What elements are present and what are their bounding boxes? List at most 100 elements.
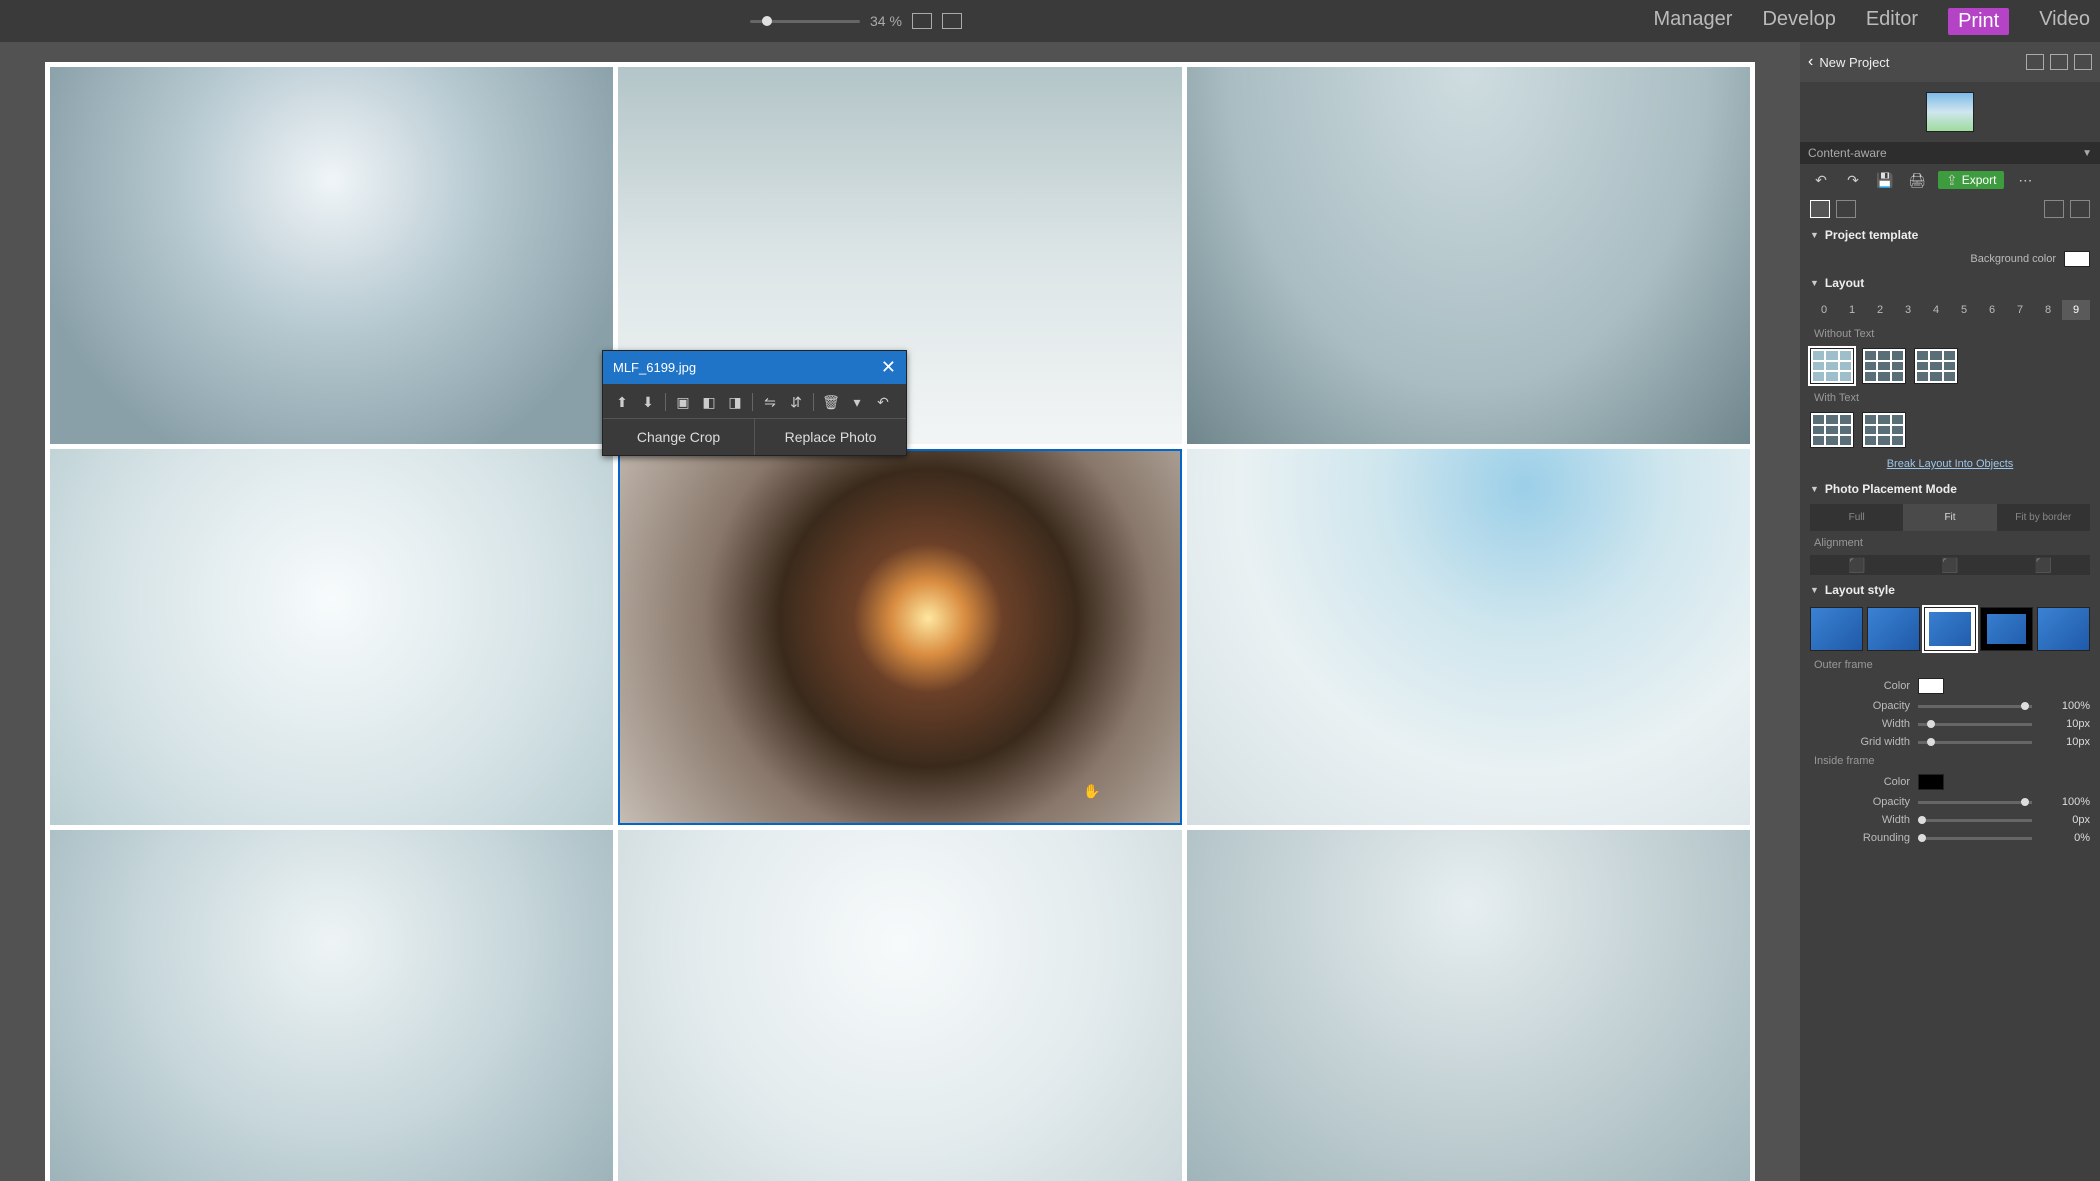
outer-width-value: 10px <box>2040 718 2090 730</box>
photo-cell[interactable] <box>1187 830 1750 1181</box>
outer-width-slider[interactable] <box>1918 723 2032 726</box>
placement-fit-border[interactable]: Fit by border <box>1997 504 2090 531</box>
text-tab-icon[interactable] <box>1836 200 1856 218</box>
bring-front-icon[interactable]: ⬆ <box>611 392 633 412</box>
flip-vertical-icon[interactable]: ⇵ <box>785 392 807 412</box>
style-preset-selected[interactable] <box>1924 607 1977 651</box>
cursor-hand-icon: ✋ <box>1083 784 1100 798</box>
inside-frame-label: Inside frame <box>1800 751 2100 771</box>
more-icon[interactable]: ⋯ <box>2014 170 2036 190</box>
opacity-label: Opacity <box>1810 700 1910 712</box>
layout-preset[interactable] <box>1810 348 1854 384</box>
align-right-icon[interactable]: ⬛ <box>1997 555 2090 575</box>
new-page-icon[interactable] <box>2026 54 2044 70</box>
photo-cell[interactable] <box>1187 67 1750 444</box>
export-button[interactable]: ⇪ Export <box>1938 171 2004 189</box>
outer-grid-width-slider[interactable] <box>1918 741 2032 744</box>
photo-cell[interactable] <box>618 830 1181 1181</box>
style-preset[interactable] <box>1867 607 1920 651</box>
save-icon[interactable]: 💾 <box>1874 170 1896 190</box>
photo-cell-selected[interactable]: ✋ <box>618 449 1181 826</box>
trash-icon[interactable]: 🗑 <box>820 392 842 412</box>
photo-cell[interactable] <box>50 67 613 444</box>
grid-width-label: Grid width <box>1810 736 1910 748</box>
fill-icon[interactable]: ◧ <box>698 392 720 412</box>
eyedropper-icon[interactable] <box>2070 200 2090 218</box>
count-option-selected[interactable]: 9 <box>2062 300 2090 320</box>
count-option[interactable]: 0 <box>1810 300 1838 320</box>
duplicate-page-icon[interactable] <box>2050 54 2068 70</box>
change-crop-button[interactable]: Change Crop <box>603 419 755 455</box>
inner-opacity-slider[interactable] <box>1918 801 2032 804</box>
count-option[interactable]: 4 <box>1922 300 1950 320</box>
module-editor[interactable]: Editor <box>1866 8 1918 35</box>
inner-color-swatch[interactable] <box>1918 774 1944 790</box>
module-print[interactable]: Print <box>1948 8 2009 35</box>
section-project-template[interactable]: ▼ Project template <box>1800 222 2100 248</box>
inner-rounding-slider[interactable] <box>1918 837 2032 840</box>
align-center-icon[interactable]: ⬛ <box>1903 555 1996 575</box>
back-icon[interactable]: ‹ <box>1808 54 1813 70</box>
layout-preset[interactable] <box>1862 348 1906 384</box>
replace-photo-button[interactable]: Replace Photo <box>755 419 906 455</box>
fit-screen-icon[interactable] <box>912 13 932 29</box>
layout-preset[interactable] <box>1810 412 1854 448</box>
section-title: Photo Placement Mode <box>1825 482 1957 496</box>
count-option[interactable]: 6 <box>1978 300 2006 320</box>
page-thumbnail[interactable] <box>1926 92 1974 132</box>
lock-icon[interactable] <box>2044 200 2064 218</box>
section-photo-placement[interactable]: ▼ Photo Placement Mode <box>1800 476 2100 502</box>
chevron-down-icon[interactable]: ▾ <box>846 392 868 412</box>
fullscreen-icon[interactable] <box>942 13 962 29</box>
inner-width-slider[interactable] <box>1918 819 2032 822</box>
count-option[interactable]: 1 <box>1838 300 1866 320</box>
layout-preset[interactable] <box>1914 348 1958 384</box>
redo-icon[interactable]: ↷ <box>1842 170 1864 190</box>
action-toolstrip: ↶ ↷ 💾 🖨 ⇪ Export ⋯ <box>1800 164 2100 196</box>
canvas-viewport[interactable]: ✋ <box>0 42 1800 1181</box>
layout-preset[interactable] <box>1862 412 1906 448</box>
panel-header: ‹ New Project <box>1800 42 2100 82</box>
zoom-slider-handle[interactable] <box>762 16 772 26</box>
placement-full[interactable]: Full <box>1810 504 1903 531</box>
count-option[interactable]: 7 <box>2006 300 2034 320</box>
photo-cell[interactable] <box>50 449 613 826</box>
align-left-icon[interactable]: ⬛ <box>1810 555 1903 575</box>
section-layout-style[interactable]: ▼ Layout style <box>1800 577 2100 603</box>
style-preset[interactable] <box>2037 607 2090 651</box>
count-option[interactable]: 3 <box>1894 300 1922 320</box>
with-text-label: With Text <box>1800 388 2100 408</box>
zoom-slider[interactable] <box>750 20 860 23</box>
content-mode-select[interactable]: Content-aware ▼ <box>1800 142 2100 164</box>
break-layout-link[interactable]: Break Layout Into Objects <box>1800 452 2100 476</box>
count-option[interactable]: 8 <box>2034 300 2062 320</box>
send-back-icon[interactable]: ⬇ <box>637 392 659 412</box>
count-option[interactable]: 2 <box>1866 300 1894 320</box>
fit-icon[interactable]: ▣ <box>672 392 694 412</box>
print-icon[interactable]: 🖨 <box>1906 170 1928 190</box>
module-develop[interactable]: Develop <box>1762 8 1835 35</box>
flip-horizontal-icon[interactable]: ⇋ <box>759 392 781 412</box>
outer-grid-width-value: 10px <box>2040 736 2090 748</box>
image-tab-icon[interactable] <box>1810 200 1830 218</box>
delete-page-icon[interactable] <box>2074 54 2092 70</box>
style-preset[interactable] <box>1810 607 1863 651</box>
outer-opacity-slider[interactable] <box>1918 705 2032 708</box>
undo-icon[interactable]: ↶ <box>872 392 894 412</box>
close-icon[interactable]: ✕ <box>881 357 896 378</box>
undo-icon[interactable]: ↶ <box>1810 170 1832 190</box>
section-layout[interactable]: ▼ Layout <box>1800 270 2100 296</box>
style-preset[interactable] <box>1980 607 2033 651</box>
zoom-percentage: 34 % <box>870 13 902 29</box>
photo-cell[interactable] <box>1187 449 1750 826</box>
placement-fit[interactable]: Fit <box>1903 504 1996 531</box>
stretch-icon[interactable]: ◨ <box>724 392 746 412</box>
photo-cell[interactable] <box>50 830 613 1181</box>
outer-color-swatch[interactable] <box>1918 678 1944 694</box>
context-toolbar-header[interactable]: MLF_6199.jpg ✕ <box>603 351 906 384</box>
module-manager[interactable]: Manager <box>1654 8 1733 35</box>
background-color-swatch[interactable] <box>2064 251 2090 267</box>
module-video[interactable]: Video <box>2039 8 2090 35</box>
count-option[interactable]: 5 <box>1950 300 1978 320</box>
background-color-label: Background color <box>1918 253 2056 265</box>
